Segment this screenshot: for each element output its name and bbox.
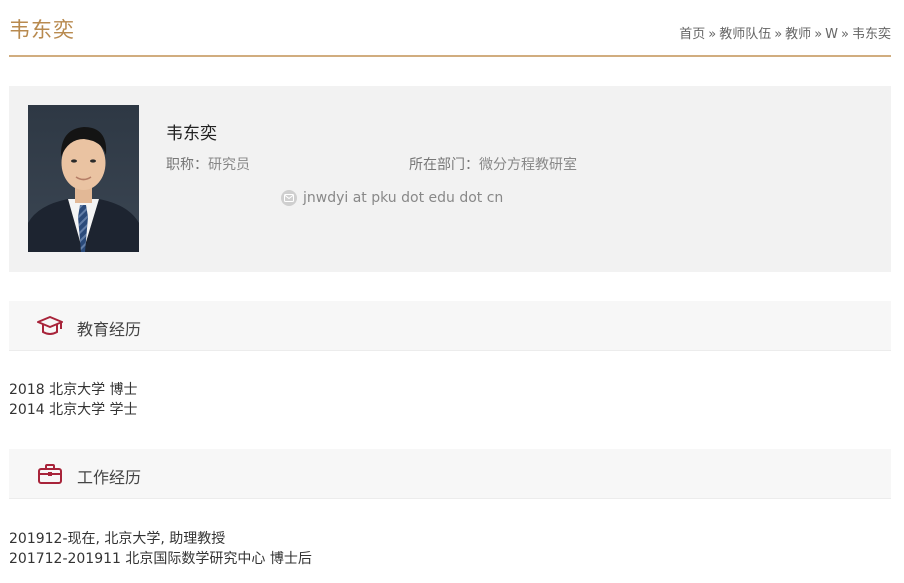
list-item: 201712-201911 北京国际数学研究中心 博士后 bbox=[9, 551, 312, 567]
email-address: jnwdyi at pku dot edu dot cn bbox=[303, 190, 504, 206]
work-section-header: 工作经历 bbox=[9, 449, 891, 499]
department-label: 所在部门： bbox=[409, 157, 479, 173]
breadcrumb-separator: » bbox=[841, 27, 849, 42]
department: 所在部门：微分方程教研室 bbox=[409, 154, 577, 174]
profile-card: 韦东奕 职称：研究员 所在部门：微分方程教研室 jnwdyi at pku do… bbox=[9, 86, 891, 272]
list-item: 2014 北京大学 学士 bbox=[9, 402, 138, 418]
job-title-value: 研究员 bbox=[208, 157, 250, 173]
mail-icon bbox=[281, 190, 297, 206]
profile-name: 韦东奕 bbox=[166, 124, 217, 144]
faculty-profile-page: 韦东奕 首页» 教师队伍» 教师» W» 韦东奕 韦东奕 职称：研究员 所在部门… bbox=[0, 0, 904, 583]
job-title: 职称：研究员 bbox=[166, 154, 250, 174]
breadcrumb: 首页» 教师队伍» 教师» W» 韦东奕 bbox=[679, 23, 891, 42]
list-item: 2018 北京大学 博士 bbox=[9, 382, 138, 398]
breadcrumb-home[interactable]: 首页 bbox=[679, 27, 705, 42]
title-divider bbox=[9, 55, 891, 57]
education-list: 2018 北京大学 博士 2014 北京大学 学士 bbox=[9, 380, 138, 420]
breadcrumb-letter-w[interactable]: W bbox=[825, 27, 838, 42]
work-list: 201912-现在, 北京大学, 助理教授 201712-201911 北京国际… bbox=[9, 529, 312, 569]
page-title: 韦东奕 bbox=[9, 18, 75, 42]
breadcrumb-separator: » bbox=[814, 27, 823, 42]
email-row: jnwdyi at pku dot edu dot cn bbox=[281, 190, 503, 206]
department-value: 微分方程教研室 bbox=[479, 157, 577, 173]
breadcrumb-teachers[interactable]: 教师 bbox=[785, 27, 811, 42]
breadcrumb-separator: » bbox=[774, 27, 783, 42]
work-heading: 工作经历 bbox=[77, 468, 142, 487]
education-section-header: 教育经历 bbox=[9, 301, 891, 351]
profile-photo bbox=[28, 105, 139, 252]
education-heading: 教育经历 bbox=[77, 320, 142, 339]
breadcrumb-separator: » bbox=[708, 27, 717, 42]
breadcrumb-faculty[interactable]: 教师队伍 bbox=[719, 27, 771, 42]
job-title-label: 职称： bbox=[166, 157, 208, 173]
breadcrumb-current: 韦东奕 bbox=[851, 27, 891, 42]
list-item: 201912-现在, 北京大学, 助理教授 bbox=[9, 531, 226, 547]
graduation-cap-icon bbox=[37, 314, 63, 342]
briefcase-icon bbox=[37, 462, 63, 490]
